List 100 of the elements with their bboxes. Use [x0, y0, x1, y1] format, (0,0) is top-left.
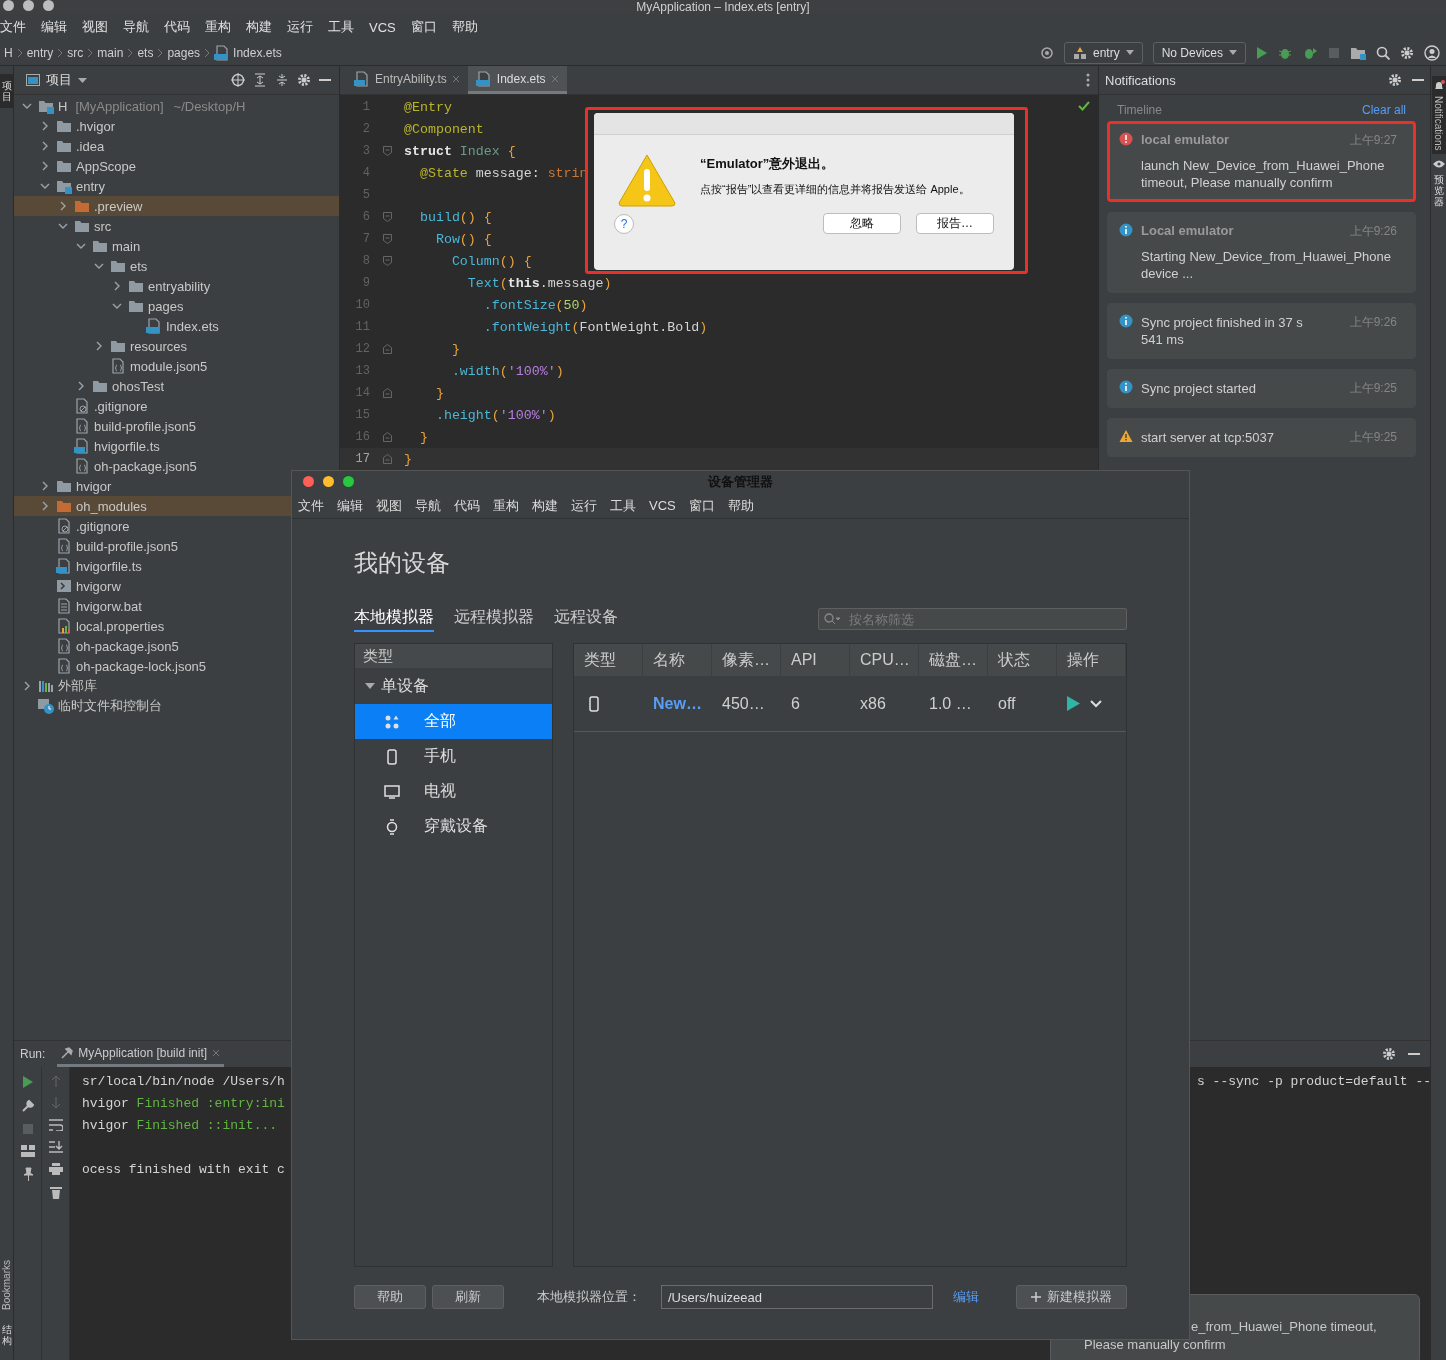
more-icon[interactable]: [1086, 73, 1090, 87]
chevron-icon[interactable]: [94, 261, 104, 271]
menu-item[interactable]: 视图: [82, 18, 108, 36]
preview-tool-tab[interactable]: 预览器: [1433, 174, 1444, 208]
menu-item[interactable]: 重构: [493, 496, 519, 515]
run-icon[interactable]: [1256, 45, 1268, 60]
editor-tab[interactable]: EntryAbility.ts: [346, 66, 468, 94]
tree-item[interactable]: hvigorw.bat: [14, 596, 339, 616]
menu-item[interactable]: 窗口: [410, 18, 437, 36]
tree-item[interactable]: hvigorw: [14, 576, 339, 596]
breadcrumb[interactable]: ets: [137, 45, 154, 60]
tree-item[interactable]: hvigor: [14, 476, 339, 496]
chevron-icon[interactable]: [40, 161, 50, 171]
tree-item[interactable]: src: [14, 216, 339, 236]
chevron-icon[interactable]: [40, 481, 50, 491]
fold-marker-icon[interactable]: [382, 388, 392, 398]
window-control-icon[interactable]: [343, 476, 354, 487]
breadcrumb[interactable]: src: [67, 45, 84, 60]
pin-icon[interactable]: [21, 1167, 34, 1181]
menu-item[interactable]: 工具: [610, 496, 636, 515]
chevron-icon[interactable]: [40, 141, 50, 151]
edit-link[interactable]: 编辑: [947, 1287, 985, 1307]
menu-item[interactable]: 帮助: [451, 18, 478, 36]
menu-item[interactable]: 工具: [328, 18, 354, 36]
chevron-icon[interactable]: [22, 101, 32, 111]
fold-marker-icon[interactable]: [382, 212, 392, 222]
clear-all-link[interactable]: Clear all: [1362, 103, 1406, 117]
window-control-icon[interactable]: [3, 0, 14, 11]
scroll-end-icon[interactable]: [48, 1141, 63, 1153]
chevron-icon[interactable]: [40, 501, 50, 511]
menu-item[interactable]: 导航: [415, 496, 441, 515]
chevron-icon[interactable]: [76, 381, 86, 391]
collapse-all-icon[interactable]: [275, 73, 289, 87]
column-header[interactable]: CPU…: [850, 644, 919, 676]
tree-item[interactable]: .gitignore: [14, 516, 339, 536]
tree-item[interactable]: H [MyApplication] ~/Desktop/H: [14, 96, 339, 116]
tree-item[interactable]: ohosTest: [14, 376, 339, 396]
fold-marker-icon[interactable]: [382, 234, 392, 244]
breadcrumb[interactable]: entry: [26, 45, 54, 60]
project-view-dropdown[interactable]: 项目: [26, 71, 87, 89]
tree-item[interactable]: oh-package.json5: [14, 456, 339, 476]
chevron-icon[interactable]: [112, 301, 122, 311]
menu-item[interactable]: 代码: [454, 496, 480, 515]
menu-item[interactable]: 运行: [287, 18, 313, 36]
tree-item[interactable]: module.json5: [14, 356, 339, 376]
device-category-item[interactable]: 穿戴设备: [355, 809, 552, 844]
triangle-icon[interactable]: [365, 682, 375, 690]
editor-tab[interactable]: Index.ets: [467, 66, 567, 94]
printer-icon[interactable]: [48, 1163, 63, 1175]
window-control-icon[interactable]: [303, 476, 314, 487]
tree-item[interactable]: ets: [14, 256, 339, 276]
tree-item[interactable]: build-profile.json5: [14, 416, 339, 436]
breadcrumb[interactable]: H: [4, 45, 13, 60]
device-category-item[interactable]: 手机: [355, 739, 552, 774]
new-emulator-button[interactable]: 新建模拟器: [1016, 1285, 1127, 1309]
breadcrumb[interactable]: pages: [167, 45, 201, 60]
tree-item[interactable]: resources: [14, 336, 339, 356]
menu-item[interactable]: 构建: [532, 496, 558, 515]
chevron-icon[interactable]: [40, 181, 50, 191]
bookmarks-tool-tab[interactable]: Bookmarks: [1, 1260, 12, 1310]
settings-icon[interactable]: [1382, 1047, 1396, 1061]
tree-item[interactable]: AppScope: [14, 156, 339, 176]
tree-item[interactable]: pages: [14, 296, 339, 316]
tree-item[interactable]: hvigorfile.ts: [14, 556, 339, 576]
tree-item[interactable]: entry: [14, 176, 339, 196]
tree-item[interactable]: build-profile.json5: [14, 536, 339, 556]
device-dropdown[interactable]: No Devices: [1152, 41, 1246, 64]
path-field[interactable]: /Users/huizeead: [661, 1285, 933, 1309]
locate-icon[interactable]: [231, 73, 245, 87]
device-tab[interactable]: 远程设备: [554, 606, 618, 632]
close-icon[interactable]: [451, 74, 460, 83]
column-header[interactable]: 磁盘…: [919, 644, 988, 676]
run-icon[interactable]: [21, 1075, 34, 1089]
target-icon[interactable]: [1039, 45, 1054, 60]
chevron-icon[interactable]: [22, 681, 32, 691]
column-header[interactable]: 操作: [1057, 644, 1126, 676]
fold-marker-icon[interactable]: [382, 146, 392, 156]
menu-item[interactable]: 文件: [0, 18, 26, 36]
column-header[interactable]: 状态: [988, 644, 1057, 676]
eye-icon[interactable]: [1432, 160, 1445, 169]
tree-item[interactable]: .hvigor: [14, 116, 339, 136]
fold-marker-icon[interactable]: [382, 432, 392, 442]
tree-item[interactable]: entryability: [14, 276, 339, 296]
menu-item[interactable]: 构建: [246, 18, 272, 36]
breadcrumb[interactable]: Index.ets: [214, 44, 282, 61]
menu-item[interactable]: VCS: [649, 498, 676, 513]
menu-item[interactable]: VCS: [369, 19, 396, 35]
footer-button[interactable]: 刷新: [432, 1285, 504, 1309]
run-icon[interactable]: [1067, 696, 1080, 711]
menu-item[interactable]: 帮助: [727, 496, 754, 515]
settings-icon[interactable]: [1400, 45, 1414, 60]
tree-item[interactable]: .gitignore: [14, 396, 339, 416]
window-control-icon[interactable]: [323, 476, 334, 487]
tree-item[interactable]: .preview: [14, 196, 339, 216]
chevron-icon[interactable]: [1090, 699, 1102, 708]
close-icon[interactable]: [212, 1048, 221, 1057]
device-tab[interactable]: 远程模拟器: [454, 606, 534, 632]
menu-item[interactable]: 运行: [571, 496, 597, 515]
chevron-icon[interactable]: [58, 221, 68, 231]
breadcrumb[interactable]: main: [97, 45, 124, 60]
